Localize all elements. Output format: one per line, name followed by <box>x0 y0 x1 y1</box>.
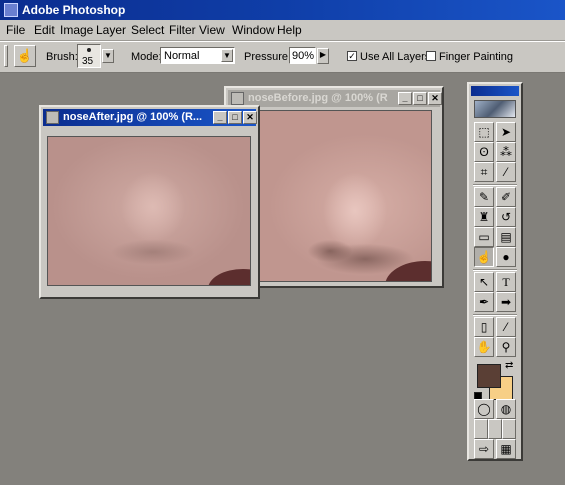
notes-tool-icon[interactable]: ▯ <box>474 317 494 337</box>
menu-bar: File Edit Image Layer Select Filter View… <box>0 20 565 41</box>
app-title-bar: Adobe Photoshop <box>0 0 565 20</box>
airbrush-tool-icon[interactable]: ✎ <box>474 187 494 207</box>
use-all-layers-checkbox[interactable]: ✓ <box>347 51 357 61</box>
finger-painting-checkbox[interactable] <box>426 51 436 61</box>
close-button[interactable]: ✕ <box>243 111 257 124</box>
menu-window[interactable]: Window <box>232 23 275 37</box>
use-all-layers-label: Use All Layers <box>360 51 431 63</box>
pressure-input[interactable]: 90% <box>289 47 316 64</box>
marquee-tool-icon[interactable]: ⬚ <box>474 122 494 142</box>
smudge-tool-icon[interactable]: ☝ <box>474 247 494 267</box>
window-title: noseAfter.jpg @ 100% (R... <box>63 111 203 123</box>
brush-picker[interactable]: 35 <box>77 44 101 68</box>
move-tool-icon[interactable]: ➤ <box>496 122 516 142</box>
options-bar-grip[interactable] <box>4 45 8 67</box>
pen-tool-icon[interactable]: ✒ <box>474 292 494 312</box>
toolbox-separator <box>473 269 517 271</box>
menu-filter[interactable]: Filter <box>169 23 196 37</box>
lip-shape <box>385 261 431 281</box>
window-title: noseBefore.jpg @ 100% (R <box>248 92 388 104</box>
menu-help[interactable]: Help <box>277 23 302 37</box>
pressure-label: Pressure: <box>244 51 292 63</box>
maximize-button[interactable]: □ <box>413 92 427 105</box>
photoshop-logo[interactable] <box>474 100 516 118</box>
full-screen-mode-icon[interactable] <box>502 419 516 439</box>
zoom-tool-icon[interactable]: ⚲ <box>496 337 516 357</box>
mode-value: Normal <box>164 50 200 62</box>
minimize-button[interactable]: _ <box>398 92 412 105</box>
full-screen-menu-mode-icon[interactable] <box>488 419 502 439</box>
type-tool-icon[interactable]: T <box>496 272 516 292</box>
mode-label: Mode: <box>131 51 162 63</box>
crop-tool-icon[interactable]: ⌗ <box>474 162 494 182</box>
menu-view[interactable]: View <box>199 23 225 37</box>
eyedropper-tool-icon[interactable]: ⁄ <box>496 317 516 337</box>
brush-tip-icon <box>87 48 91 52</box>
pressure-value: 90% <box>292 50 315 62</box>
burn-tool-icon[interactable]: ● <box>496 247 516 267</box>
app-title: Adobe Photoshop <box>22 3 126 17</box>
close-button[interactable]: ✕ <box>428 92 442 105</box>
magic-wand-tool-icon[interactable]: ⁂ <box>496 142 516 162</box>
window-title-bar[interactable]: noseAfter.jpg @ 100% (R... _ □ ✕ <box>43 109 257 126</box>
menu-edit[interactable]: Edit <box>34 23 55 37</box>
foreground-color-swatch[interactable] <box>477 364 501 388</box>
minimize-button[interactable]: _ <box>213 111 227 124</box>
standard-screen-mode-icon[interactable] <box>474 419 488 439</box>
rubber-stamp-tool-icon[interactable]: ♜ <box>474 207 494 227</box>
photoshop-app-icon <box>4 3 18 17</box>
document-icon <box>46 111 59 124</box>
smudge-tool-preset-icon[interactable]: ☝ <box>14 45 36 67</box>
path-selection-tool-icon[interactable]: ↖ <box>474 272 494 292</box>
imageready-icon[interactable]: ▦ <box>496 439 516 459</box>
document-window-nose-after[interactable]: noseAfter.jpg @ 100% (R... _ □ ✕ <box>39 105 260 299</box>
history-brush-tool-icon[interactable]: ↺ <box>496 207 516 227</box>
maximize-button[interactable]: □ <box>228 111 242 124</box>
menu-layer[interactable]: Layer <box>96 23 126 37</box>
brush-size: 35 <box>82 56 94 67</box>
jump-to-imageready-icon[interactable]: ⇨ <box>474 439 494 459</box>
mode-dropdown-arrow-icon[interactable]: ▼ <box>221 49 233 62</box>
brush-dropdown-arrow-icon[interactable]: ▼ <box>102 49 114 63</box>
shape-tool-icon[interactable]: ➡ <box>496 292 516 312</box>
toolbox-palette: ⬚ ➤ ʘ ⁂ ⌗ ⁄ ✎ ✐ ♜ ↺ ▭ ▤ ☝ ● ↖ T ✒ ➡ ▯ ⁄ … <box>467 82 523 461</box>
swap-colors-icon[interactable]: ⇄ <box>505 360 513 371</box>
slice-tool-icon[interactable]: ⁄ <box>496 162 516 182</box>
menu-select[interactable]: Select <box>131 23 164 37</box>
hand-tool-icon[interactable]: ✋ <box>474 337 494 357</box>
mode-select[interactable]: Normal ▼ <box>160 47 235 64</box>
toolbox-separator <box>473 314 517 316</box>
brush-label: Brush: <box>46 51 78 63</box>
paintbrush-tool-icon[interactable]: ✐ <box>496 187 516 207</box>
toolbox-separator <box>473 184 517 186</box>
image-canvas[interactable] <box>47 136 251 286</box>
standard-mode-icon[interactable]: ◯ <box>474 399 494 419</box>
eraser-tool-icon[interactable]: ▭ <box>474 227 494 247</box>
pressure-slider-arrow-icon[interactable]: ▶ <box>317 48 329 64</box>
lip-shape <box>208 269 250 285</box>
options-bar: ☝ Brush: 35 ▼ Mode: Normal ▼ Pressure: 9… <box>0 41 565 73</box>
image-canvas[interactable] <box>234 110 432 282</box>
toolbox-title-bar[interactable] <box>471 86 519 96</box>
menu-file[interactable]: File <box>6 23 25 37</box>
menu-image[interactable]: Image <box>60 23 93 37</box>
lasso-tool-icon[interactable]: ʘ <box>474 142 494 162</box>
finger-painting-label: Finger Painting <box>439 51 513 63</box>
gradient-tool-icon[interactable]: ▤ <box>496 227 516 247</box>
document-icon <box>231 92 244 105</box>
quick-mask-mode-icon[interactable]: ◍ <box>496 399 516 419</box>
